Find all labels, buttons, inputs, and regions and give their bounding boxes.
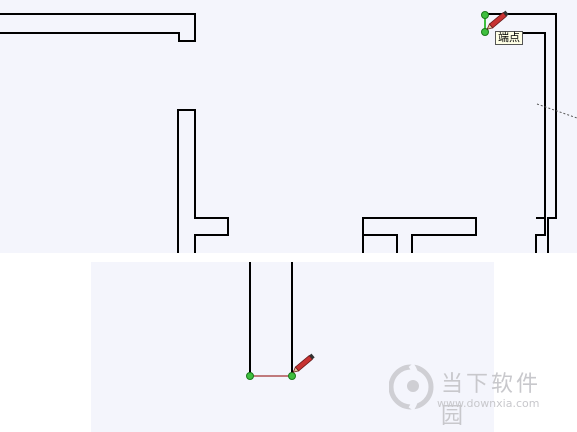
watermark-url: www.downxia.com <box>437 397 540 410</box>
snap-point-left[interactable] <box>246 372 254 380</box>
wall-middle-t <box>362 217 477 253</box>
drawing-canvas-top[interactable]: 端点 <box>0 0 577 253</box>
endpoint-tooltip: 端点 <box>495 31 523 45</box>
wall-right <box>485 13 557 253</box>
snap-point[interactable] <box>481 11 489 19</box>
wall-left-column <box>177 109 229 253</box>
floor-plan-walls <box>0 10 577 253</box>
logo-icon <box>389 363 434 411</box>
pencil-icon <box>292 353 315 373</box>
wall-top-left <box>0 13 196 42</box>
snap-point-right[interactable] <box>288 372 296 380</box>
watermark: 当下软件园 www.downxia.com <box>389 360 564 429</box>
